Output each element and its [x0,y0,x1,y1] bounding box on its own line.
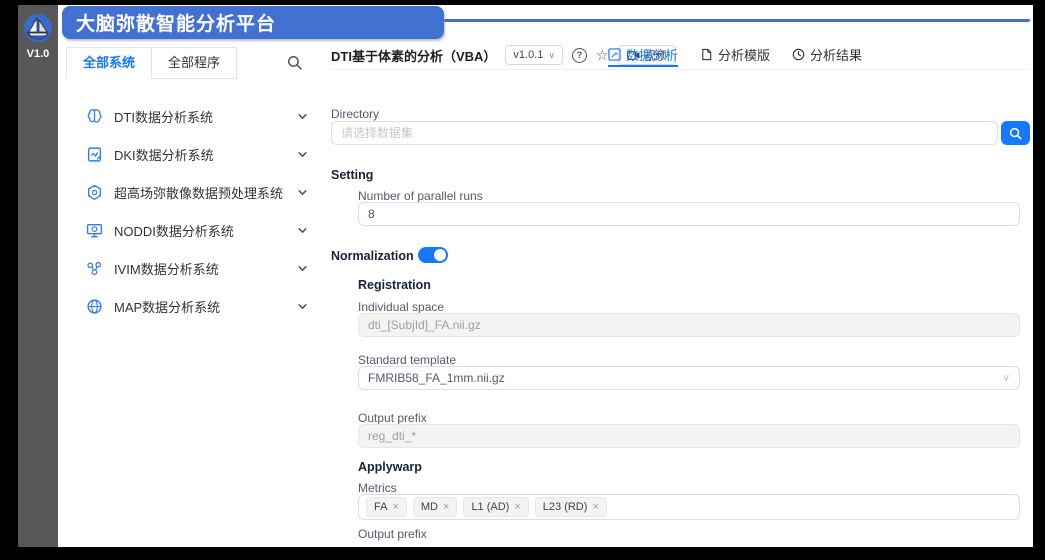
applywarp-heading: Applywarp [358,460,422,474]
clock-icon [792,48,805,61]
standard-template-label: Standard template [358,353,456,367]
normalization-heading: Normalization [331,249,414,263]
sidebar-tab-0[interactable]: 全部系统 [66,47,152,79]
molecule-icon [86,260,103,277]
chevron-down-icon[interactable] [297,263,308,274]
metric-tag: MD × [413,497,458,517]
analysis-toolbar: DTI基于体素的分析（VBA） v1.0.1 ∨ ? ☆ 视频 数据分析分析模版… [330,45,1030,70]
sidebar-item-label: 超高场弥散像数据预处理系统 [114,183,283,202]
platform-title-ribbon: 大脑弥散智能分析平台 [62,6,444,39]
version-select[interactable]: v1.0.1 ∨ [505,45,563,65]
reg-output-prefix-label: Output prefix [358,411,427,425]
analysis-tab-bar: 数据分析 分析模版 分析结果 [608,45,862,67]
app-window: V1.0 大脑弥散智能分析平台 全部系统全部程序 DTI数据分析系统 DKI数据分… [0,0,1045,560]
analysis-tab-2[interactable]: 分析结果 [792,45,862,67]
warp-output-prefix-label: Output prefix [358,527,427,541]
chevron-down-icon[interactable] [297,225,308,236]
ribbon-line [444,19,1030,22]
sidebar-item[interactable]: NODDI数据分析系统 [62,211,330,249]
metrics-label: Metrics [358,481,397,495]
analysis-form: Directory Setting Number of parallel run… [330,69,1030,547]
directory-row [331,121,1030,145]
individual-space-input [358,313,1020,337]
app-surface: 大脑弥散智能分析平台 全部系统全部程序 DTI数据分析系统 DKI数据分析系统超高… [58,5,1033,547]
cube-icon [86,184,103,201]
analysis-tab-label: 数据分析 [626,45,678,64]
parallel-runs-input[interactable] [358,202,1020,226]
monitor-icon [86,222,103,239]
system-sidebar: 全部系统全部程序 DTI数据分析系统 DKI数据分析系统超高场弥散像数据预处理系统… [62,47,330,547]
parallel-runs-label: Number of parallel runs [358,189,483,203]
directory-input[interactable] [331,121,998,145]
sailboat-logo [23,13,53,43]
chevron-down-icon[interactable] [297,111,308,122]
reg-output-prefix-input [358,424,1020,448]
sidebar-item[interactable]: IVIM数据分析系统 [62,249,330,287]
directory-label: Directory [331,107,379,121]
clipboard-icon [86,146,103,163]
main-pane: DTI基于体素的分析（VBA） v1.0.1 ∨ ? ☆ 视频 数据分析分析模版… [330,45,1030,547]
metric-tag: FA × [366,497,407,517]
platform-title: 大脑弥散智能分析平台 [76,9,276,36]
individual-space-label: Individual space [358,300,444,314]
directory-search-button[interactable] [1001,121,1030,145]
toggle-knob [434,249,446,261]
chevron-down-icon: ∨ [548,50,555,61]
document-icon [700,48,713,61]
standard-template-select[interactable]: FMRIB58_FA_1mm.nii.gz ∨ [358,366,1020,390]
metric-tag-label: L1 (AD) [471,501,509,513]
metric-tag: L23 (RD) × [535,497,607,517]
metric-tag: L1 (AD) × [463,497,528,517]
standard-template-value: FMRIB58_FA_1mm.nii.gz [368,371,505,385]
version-select-value: v1.0.1 [513,49,543,61]
chevron-down-icon[interactable] [297,187,308,198]
app-version: V1.0 [27,48,50,60]
brain-icon [86,108,103,125]
metric-tag-label: L23 (RD) [543,501,588,513]
sidebar-item-label: IVIM数据分析系统 [114,259,219,278]
metric-tag-label: FA [374,501,387,513]
sidebar-item-label: DKI数据分析系统 [114,145,214,164]
sidebar-item-label: MAP数据分析系统 [114,297,220,316]
sidebar-item[interactable]: MAP数据分析系统 [62,287,330,325]
remove-tag-icon[interactable]: × [392,501,398,513]
analysis-tab-1[interactable]: 分析模版 [700,45,770,67]
normalization-toggle[interactable] [418,247,448,263]
metric-tag-label: MD [421,501,438,513]
sphere-icon [86,298,103,315]
search-icon[interactable] [287,55,302,75]
analysis-tab-0[interactable]: 数据分析 [608,45,678,67]
sidebar-tab-1[interactable]: 全部程序 [152,47,237,79]
setting-heading: Setting [331,168,373,182]
system-list: DTI数据分析系统 DKI数据分析系统超高场弥散像数据预处理系统 NODDI数据分析… [62,97,330,325]
sidebar-item[interactable]: 超高场弥散像数据预处理系统 [62,173,330,211]
remove-tag-icon[interactable]: × [514,501,520,513]
help-icon[interactable]: ? [572,48,587,63]
analysis-title: DTI基于体素的分析（VBA） [331,46,496,65]
metrics-tags-input[interactable]: FA × MD × L1 (AD) × L23 (RD) × [358,494,1020,520]
sidebar-item[interactable]: DKI数据分析系统 [62,135,330,173]
brand-rail: V1.0 [18,5,58,547]
registration-heading: Registration [358,278,431,292]
chevron-down-icon[interactable] [297,149,308,160]
sidebar-item-label: DTI数据分析系统 [114,107,213,126]
remove-tag-icon[interactable]: × [592,501,598,513]
star-icon[interactable]: ☆ [596,48,609,62]
edit-chart-icon [608,48,621,61]
sidebar-item-label: NODDI数据分析系统 [114,221,234,240]
analysis-tab-label: 分析结果 [810,45,862,64]
remove-tag-icon[interactable]: × [443,501,449,513]
chevron-down-icon: ∨ [1003,373,1010,384]
chevron-down-icon[interactable] [297,301,308,312]
sidebar-item[interactable]: DTI数据分析系统 [62,97,330,135]
search-icon [1009,127,1022,140]
analysis-tab-label: 分析模版 [718,45,770,64]
